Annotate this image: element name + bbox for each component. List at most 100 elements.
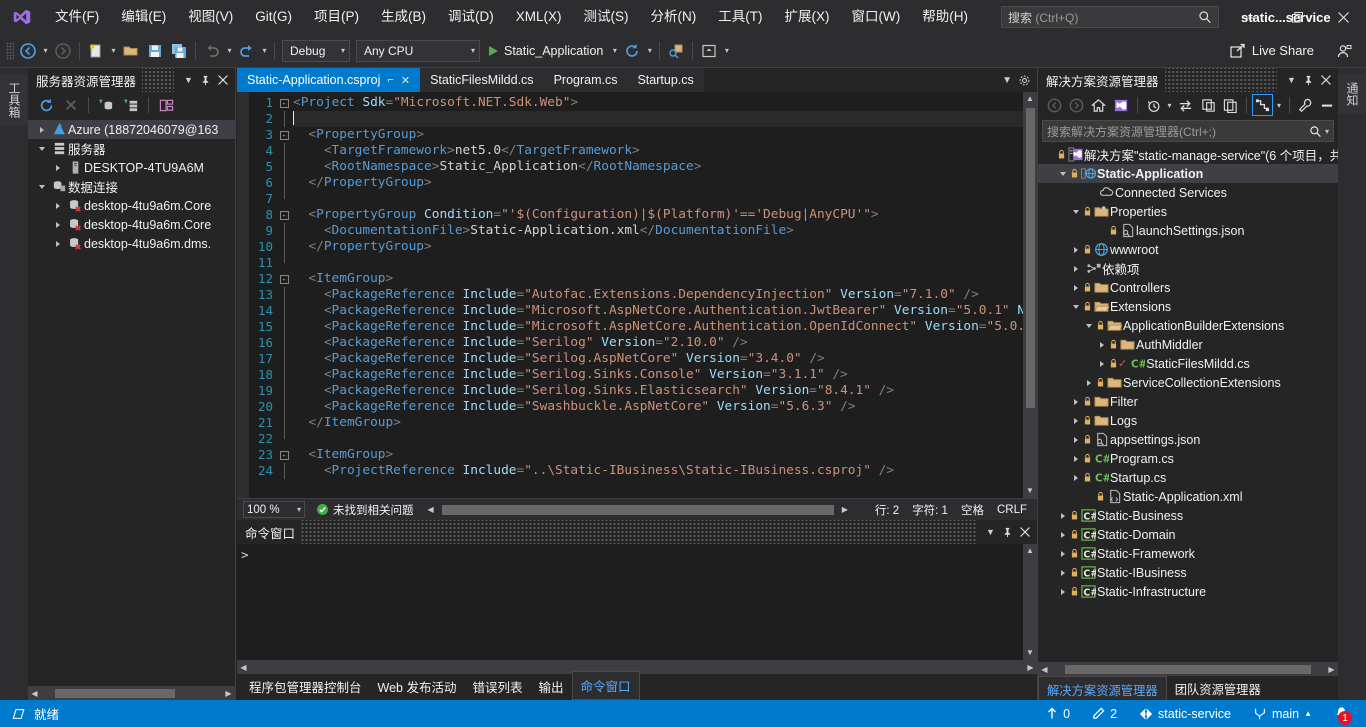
code-line[interactable]: </PropertyGroup> xyxy=(293,239,1023,255)
properties-window-icon[interactable] xyxy=(1295,94,1316,116)
fold-marker[interactable] xyxy=(275,367,293,383)
expand-arrow-icon[interactable] xyxy=(1074,265,1078,272)
fold-marker[interactable] xyxy=(275,303,293,319)
hot-reload-icon[interactable] xyxy=(620,39,644,63)
expand-arrow-icon[interactable] xyxy=(40,126,44,133)
collapse-arrow-icon[interactable] xyxy=(1086,323,1092,328)
solution-tree-item[interactable]: Controllers xyxy=(1038,278,1338,297)
expand-arrow-icon[interactable] xyxy=(1100,341,1104,348)
select-element-icon[interactable] xyxy=(664,39,688,63)
expand-arrow-icon[interactable] xyxy=(1074,398,1078,405)
expand-arrow-icon[interactable] xyxy=(1074,417,1078,424)
solution-tree-item[interactable]: Logs xyxy=(1038,411,1338,430)
scroll-left-icon[interactable]: ◀ xyxy=(1038,665,1051,674)
menu-view[interactable]: 视图(V) xyxy=(177,0,244,34)
branch-indicator[interactable]: main ▲ xyxy=(1245,700,1320,727)
scroll-right-icon[interactable]: ▶ xyxy=(1325,665,1338,674)
code-line[interactable]: <PackageReference Include="Microsoft.Asp… xyxy=(293,303,1023,319)
code-line[interactable]: <PackageReference Include="Autofac.Exten… xyxy=(293,287,1023,303)
server-tree-item[interactable]: Azure (18872046079@163 xyxy=(28,120,235,139)
pane-menu-icon[interactable]: ▼ xyxy=(1283,71,1300,89)
menu-help[interactable]: 帮助(H) xyxy=(911,0,979,34)
menu-xml[interactable]: XML(X) xyxy=(505,0,573,34)
code-text[interactable]: <Project Sdk="Microsoft.NET.Sdk.Web"> <P… xyxy=(293,92,1023,498)
fold-marker[interactable] xyxy=(275,415,293,431)
solution-tree-item[interactable]: Static-Application.xml xyxy=(1038,487,1338,506)
undo-icon[interactable] xyxy=(200,39,224,63)
solution-tree-item[interactable]: Properties xyxy=(1038,202,1338,221)
connect-server-icon[interactable] xyxy=(119,94,143,116)
panel-tab-item[interactable]: 错误列表 xyxy=(464,673,530,700)
expand-arrow-icon[interactable] xyxy=(1074,246,1078,253)
scroll-thumb[interactable] xyxy=(1025,108,1035,408)
collapse-arrow-icon[interactable] xyxy=(1073,209,1079,214)
fold-marker[interactable] xyxy=(275,399,293,415)
solution-tree-item[interactable]: launchSettings.json xyxy=(1038,221,1338,240)
solution-tree-item[interactable]: appsettings.json xyxy=(1038,430,1338,449)
repository-indicator[interactable]: static-service xyxy=(1131,700,1239,727)
expand-arrow-icon[interactable] xyxy=(1061,531,1065,538)
command-window-body[interactable]: > ▲ ▼ xyxy=(237,544,1037,660)
code-editor[interactable]: 1 2 3 4 5 6 7 8 9 10 11 12 13 14 15 16 17 18 19 20 21 22 23 24 … xyxy=(237,92,1037,498)
scroll-thumb[interactable] xyxy=(264,663,1024,672)
scroll-left-icon[interactable]: ◀ xyxy=(428,505,434,514)
unpushed-commits-indicator[interactable]: 0 xyxy=(1038,700,1078,727)
solution-tree-item[interactable]: AuthMiddler xyxy=(1038,335,1338,354)
code-line[interactable] xyxy=(293,191,1023,207)
fold-marker[interactable]: - xyxy=(275,95,293,111)
scroll-up-icon[interactable]: ▲ xyxy=(1026,92,1034,106)
scroll-down-icon[interactable]: ▼ xyxy=(1026,646,1034,660)
notifications-indicator[interactable]: 1 xyxy=(1326,700,1356,727)
properties-icon[interactable] xyxy=(154,94,178,116)
redo-dropdown-icon[interactable]: ▾ xyxy=(259,39,270,63)
expand-arrow-icon[interactable] xyxy=(56,164,60,171)
undo-dropdown-icon[interactable]: ▾ xyxy=(224,39,235,63)
expand-arrow-icon[interactable] xyxy=(56,240,60,247)
scroll-thumb[interactable] xyxy=(441,504,834,515)
pending-changes-dropdown-icon[interactable]: ▾ xyxy=(1165,93,1175,117)
server-tree-item[interactable]: 服务器 xyxy=(28,139,235,158)
save-all-icon[interactable] xyxy=(167,39,191,63)
menu-git[interactable]: Git(G) xyxy=(244,0,303,34)
editor-tab-startup-cs[interactable]: Startup.cs xyxy=(627,68,704,92)
command-prompt[interactable]: > xyxy=(237,544,1023,660)
expand-arrow-icon[interactable] xyxy=(1087,379,1091,386)
code-line[interactable]: </PropertyGroup> xyxy=(293,175,1023,191)
show-all-files-icon[interactable] xyxy=(1251,94,1274,116)
fold-marker[interactable]: - xyxy=(275,447,293,463)
fold-marker[interactable] xyxy=(275,143,293,159)
fold-marker[interactable] xyxy=(275,431,293,447)
live-share-account-icon[interactable] xyxy=(1332,39,1356,63)
pin-icon[interactable] xyxy=(999,523,1016,541)
server-tree-item[interactable]: 数据连接 xyxy=(28,177,235,196)
pending-changes-icon[interactable] xyxy=(1143,94,1164,116)
new-project-dropdown-icon[interactable]: ▾ xyxy=(108,39,119,63)
collapse-all-icon[interactable] xyxy=(1220,94,1241,116)
scroll-thumb[interactable] xyxy=(1065,664,1311,674)
server-tree-item[interactable]: desktop-4tu9a6m.Core xyxy=(28,196,235,215)
code-folding-gutter[interactable]: - - - - - xyxy=(275,92,293,498)
menu-test[interactable]: 测试(S) xyxy=(573,0,640,34)
code-line[interactable]: <PackageReference Include="Serilog" Vers… xyxy=(293,335,1023,351)
solution-explorer-tab-bar[interactable]: 解决方案资源管理器 团队资源管理器 xyxy=(1038,676,1338,700)
menu-analyze[interactable]: 分析(N) xyxy=(640,0,708,34)
fold-marker[interactable] xyxy=(275,239,293,255)
code-line[interactable]: <ProjectReference Include="..\Static-IBu… xyxy=(293,463,1023,479)
panel-tab-item[interactable]: Web 发布活动 xyxy=(370,673,465,700)
redo-icon[interactable] xyxy=(235,39,259,63)
menu-tools[interactable]: 工具(T) xyxy=(707,0,773,34)
menu-extensions[interactable]: 扩展(X) xyxy=(774,0,841,34)
expand-arrow-icon[interactable] xyxy=(1061,512,1065,519)
fold-marker[interactable] xyxy=(275,175,293,191)
refresh-solution-icon[interactable] xyxy=(1198,94,1219,116)
expand-arrow-icon[interactable] xyxy=(1100,360,1104,367)
notifications-vertical-tab[interactable]: 通知 xyxy=(1338,74,1366,114)
browser-preview-icon[interactable] xyxy=(697,39,721,63)
expand-arrow-icon[interactable] xyxy=(1061,588,1065,595)
solution-explorer-tab[interactable]: 解决方案资源管理器 xyxy=(1038,676,1167,700)
server-tree-item[interactable]: desktop-4tu9a6m.dms. xyxy=(28,234,235,253)
code-line[interactable]: <PackageReference Include="Microsoft.Asp… xyxy=(293,319,1023,335)
code-line[interactable]: <Project Sdk="Microsoft.NET.Sdk.Web"> xyxy=(293,95,1023,111)
expand-arrow-icon[interactable] xyxy=(56,202,60,209)
output-panel-tabs[interactable]: 程序包管理器控制台 Web 发布活动 错误列表 输出 命令窗口 xyxy=(237,671,1037,700)
